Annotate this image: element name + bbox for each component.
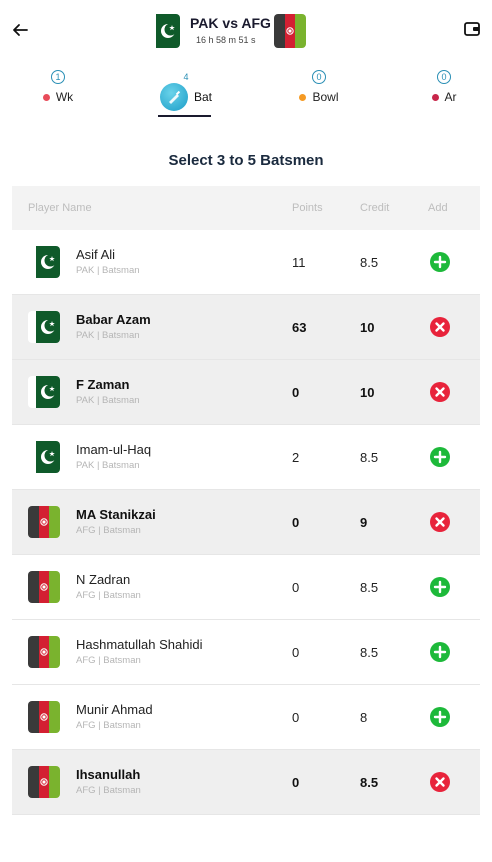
player-credit: 8: [360, 710, 368, 725]
player-points: 0: [292, 710, 300, 725]
players-table: Player Name Points Credit Add Asif Ali PA…: [12, 186, 480, 815]
player-name: Munir Ahmad: [76, 702, 153, 717]
afghanistan-flag-icon: [28, 636, 60, 668]
player-name: Hashmatullah Shahidi: [76, 637, 203, 652]
player-row[interactable]: F Zaman PAK | Batsman 0 10: [12, 360, 480, 425]
afghanistan-flag-icon: [28, 766, 60, 798]
match-info: PAK vs AFG 16 h 58 m 51 s: [148, 14, 308, 48]
column-add: Add: [428, 202, 448, 214]
player-points: 0: [292, 385, 300, 400]
player-team-role: PAK | Batsman: [76, 460, 140, 471]
match-countdown: 16 h 58 m 51 s: [196, 35, 256, 45]
pakistan-flag-icon: [28, 246, 60, 278]
column-points: Points: [292, 202, 323, 214]
player-row[interactable]: Hashmatullah Shahidi AFG | Batsman 0 8.5: [12, 620, 480, 685]
arrow-left-icon[interactable]: [10, 20, 30, 40]
player-name: F Zaman: [76, 377, 130, 392]
afghanistan-flag-icon: [28, 506, 60, 538]
add-player-button[interactable]: [430, 707, 450, 727]
player-row[interactable]: MA Stanikzai AFG | Batsman 0 9: [12, 490, 480, 555]
player-points: 0: [292, 645, 300, 660]
wallet-icon[interactable]: [464, 22, 480, 36]
player-team-role: AFG | Batsman: [76, 655, 141, 666]
role-tabs: 1 Wk 4 Bat 0 Bowl 0 Ar: [0, 62, 492, 122]
player-row[interactable]: Imam-ul-Haq PAK | Batsman 2 8.5: [12, 425, 480, 490]
afghanistan-flag-icon: [28, 701, 60, 733]
player-credit: 8.5: [360, 580, 379, 595]
player-credit: 8.5: [360, 450, 379, 465]
player-row[interactable]: Munir Ahmad AFG | Batsman 0 8: [12, 685, 480, 750]
player-points: 11: [292, 255, 306, 270]
player-name: Imam-ul-Haq: [76, 442, 152, 457]
player-credit: 8.5: [360, 255, 379, 270]
column-credit: Credit: [360, 202, 390, 214]
player-points: 0: [292, 580, 300, 595]
player-row[interactable]: Babar Azam PAK | Batsman 63 10: [12, 295, 480, 360]
add-player-button[interactable]: [430, 447, 450, 467]
add-player-button[interactable]: [430, 577, 450, 597]
player-team-role: AFG | Batsman: [76, 720, 141, 731]
wk-dot-icon: [42, 93, 50, 101]
ar-dot-icon: [431, 93, 439, 101]
player-team-role: AFG | Batsman: [76, 525, 141, 536]
player-credit: 10: [360, 320, 375, 335]
tab-bat-count: 4: [183, 72, 189, 82]
tab-wk-label: Wk: [55, 90, 74, 104]
player-points: 0: [292, 515, 300, 530]
pakistan-flag-icon: [148, 14, 180, 48]
players-list: Asif Ali PAK | Batsman 11 8.5 Babar Azam PAK …: [12, 230, 480, 815]
player-team-role: PAK | Batsman: [76, 330, 140, 341]
remove-player-button[interactable]: [430, 512, 450, 532]
remove-player-button[interactable]: [430, 317, 450, 337]
tab-bowl-label: Bowl: [312, 90, 339, 104]
player-row[interactable]: Asif Ali PAK | Batsman 11 8.5: [12, 230, 480, 295]
match-title: PAK vs AFG: [190, 15, 271, 31]
player-name: Asif Ali: [76, 247, 116, 262]
player-team-role: PAK | Batsman: [76, 395, 140, 406]
player-credit: 9: [360, 515, 368, 530]
tab-wk[interactable]: 1 Wk: [36, 70, 80, 120]
tab-wk-count: 1: [51, 70, 65, 84]
tab-ar-label: Ar: [444, 90, 457, 104]
player-points: 2: [292, 450, 300, 465]
tab-bat-label: Bat: [193, 90, 212, 104]
player-row[interactable]: Ihsanullah AFG | Batsman 0 8.5: [12, 750, 480, 815]
bat-icon: [159, 83, 188, 111]
player-name: MA Stanikzai: [76, 507, 156, 522]
pakistan-flag-icon: [28, 311, 60, 343]
player-credit: 8.5: [360, 775, 379, 790]
player-team-role: PAK | Batsman: [76, 265, 140, 276]
add-player-button[interactable]: [430, 642, 450, 662]
tab-ar[interactable]: 0 Ar: [422, 70, 466, 120]
afghanistan-flag-icon: [28, 571, 60, 603]
active-tab-underline: [158, 115, 211, 117]
pakistan-flag-icon: [28, 441, 60, 473]
match-header: PAK vs AFG 16 h 58 m 51 s: [0, 0, 492, 62]
remove-player-button[interactable]: [430, 772, 450, 792]
player-team-role: AFG | Batsman: [76, 590, 141, 601]
tab-bowl[interactable]: 0 Bowl: [294, 70, 344, 120]
player-name: Ihsanullah: [76, 767, 141, 782]
player-points: 63: [292, 320, 307, 335]
player-credit: 10: [360, 385, 375, 400]
afghanistan-flag-icon: [274, 14, 306, 48]
player-name: Babar Azam: [76, 312, 151, 327]
pakistan-flag-icon: [28, 376, 60, 408]
selection-heading: Select 3 to 5 Batsmen: [168, 152, 324, 169]
tab-ar-count: 0: [437, 70, 451, 84]
add-player-button[interactable]: [430, 252, 450, 272]
player-team-role: AFG | Batsman: [76, 785, 141, 796]
table-header: Player Name Points Credit Add: [12, 186, 480, 230]
player-row[interactable]: N Zadran AFG | Batsman 0 8.5: [12, 555, 480, 620]
tab-bowl-count: 0: [312, 70, 326, 84]
player-points: 0: [292, 775, 300, 790]
remove-player-button[interactable]: [430, 382, 450, 402]
bowl-dot-icon: [299, 93, 307, 101]
column-player-name: Player Name: [28, 202, 92, 214]
player-credit: 8.5: [360, 645, 379, 660]
player-name: N Zadran: [76, 572, 131, 587]
